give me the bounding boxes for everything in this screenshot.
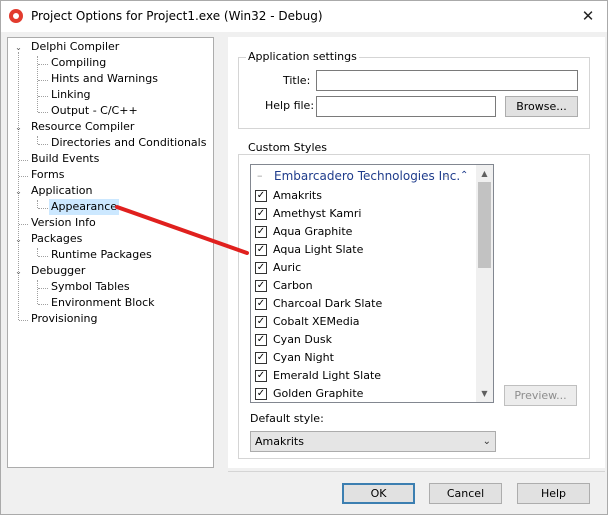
checkbox-checked[interactable]: ✓	[255, 190, 267, 202]
checkbox-checked[interactable]: ✓	[255, 244, 267, 256]
tree-connector	[38, 256, 48, 257]
style-item-label: Carbon	[273, 279, 313, 292]
checkbox-checked[interactable]: ✓	[255, 334, 267, 346]
application-settings-group	[238, 57, 590, 129]
collapse-icon[interactable]: ⌄	[14, 43, 23, 52]
tree-item-forms[interactable]: Forms	[29, 167, 66, 183]
tree-connector	[38, 208, 48, 209]
help-file-input[interactable]	[316, 96, 496, 117]
tree-item-packages[interactable]: Packages	[29, 231, 84, 247]
checkbox-checked[interactable]: ✓	[255, 298, 267, 310]
checkbox-checked[interactable]: ✓	[255, 388, 267, 400]
chevron-down-icon: ⌄	[482, 436, 491, 447]
title-input[interactable]	[316, 70, 578, 91]
tree-connector	[19, 176, 28, 177]
cancel-button[interactable]: Cancel	[429, 483, 502, 504]
scroll-up-icon[interactable]: ▲	[476, 165, 493, 182]
checkbox-checked[interactable]: ✓	[255, 316, 267, 328]
style-item-label: Auric	[273, 261, 302, 274]
collapse-group-icon[interactable]: ⌃	[460, 167, 468, 185]
scroll-thumb[interactable]	[478, 182, 491, 268]
tree-item-hints-and-warnings[interactable]: Hints and Warnings	[49, 71, 160, 87]
default-style-dropdown[interactable]: Amakrits ⌄	[250, 431, 496, 452]
default-style-label: Default style:	[250, 412, 324, 425]
header-dash: –	[257, 169, 263, 182]
window-title: Project Options for Project1.exe (Win32 …	[31, 9, 323, 23]
tree-connector	[19, 320, 28, 321]
checkbox-checked[interactable]: ✓	[255, 208, 267, 220]
header-dash: –	[444, 169, 450, 182]
tree-item-linking[interactable]: Linking	[49, 87, 93, 103]
style-item-label: Aqua Light Slate	[273, 243, 364, 256]
tree-item-build-events[interactable]: Build Events	[29, 151, 101, 167]
checkbox-checked[interactable]: ✓	[255, 352, 267, 364]
options-tree[interactable]: ⌄ Delphi Compiler Compiling Hints and Wa…	[7, 37, 214, 468]
browse-button[interactable]: Browse...	[505, 96, 578, 117]
title-label: Title:	[283, 74, 311, 87]
tree-item-appearance[interactable]: Appearance	[49, 199, 120, 215]
help-file-label: Help file:	[265, 99, 315, 112]
tree-connector	[37, 280, 38, 304]
checkbox-checked[interactable]: ✓	[255, 280, 267, 292]
style-item-label: Cyan Night	[273, 351, 334, 364]
appearance-page: Application settings Title: Help file: B…	[228, 37, 605, 468]
style-item-label: Charcoal Dark Slate	[273, 297, 383, 310]
custom-styles-list[interactable]: – Embarcadero Technologies Inc. – ⌃ ✓ Am…	[250, 164, 494, 403]
vertical-scrollbar[interactable]: ▲ ▼	[476, 165, 493, 402]
preview-button[interactable]: Preview...	[504, 385, 577, 406]
collapse-icon[interactable]: ⌄	[14, 187, 23, 196]
tree-item-resource-compiler[interactable]: Resource Compiler	[29, 119, 136, 135]
tree-item-provisioning[interactable]: Provisioning	[29, 311, 100, 327]
tree-connector	[37, 136, 38, 144]
group-header-text: Embarcadero Technologies Inc.	[274, 169, 461, 183]
tree-item-symbol-tables[interactable]: Symbol Tables	[49, 279, 132, 295]
checkbox-checked[interactable]: ✓	[255, 226, 267, 238]
tree-item-version-info[interactable]: Version Info	[29, 215, 98, 231]
collapse-icon[interactable]: ⌄	[14, 235, 23, 244]
help-button[interactable]: Help	[517, 483, 590, 504]
list-group-header[interactable]: – Embarcadero Technologies Inc. – ⌃	[251, 167, 479, 185]
title-bar: Project Options for Project1.exe (Win32 …	[1, 1, 607, 32]
scroll-down-icon[interactable]: ▼	[476, 385, 493, 402]
tree-connector	[19, 224, 28, 225]
tree-connector	[38, 80, 48, 81]
tree-connector	[38, 64, 48, 65]
style-item-label: Golden Graphite	[273, 387, 364, 400]
custom-styles-label: Custom Styles	[246, 141, 329, 154]
tree-connector	[18, 52, 19, 320]
checkbox-checked[interactable]: ✓	[255, 370, 267, 382]
tree-item-runtime-packages[interactable]: Runtime Packages	[49, 247, 154, 263]
tree-item-compiling[interactable]: Compiling	[49, 55, 108, 71]
style-item-label: Amethyst Kamri	[273, 207, 362, 220]
footer-separator	[228, 471, 605, 472]
collapse-icon[interactable]: ⌄	[14, 123, 23, 132]
tree-item-output-c-cpp[interactable]: Output - C/C++	[49, 103, 140, 119]
tree-connector	[38, 288, 48, 289]
close-icon[interactable]: ✕	[577, 5, 599, 27]
tree-item-application[interactable]: Application	[29, 183, 94, 199]
tree-connector	[19, 160, 28, 161]
ok-button[interactable]: OK	[342, 483, 415, 504]
checkbox-checked[interactable]: ✓	[255, 262, 267, 274]
tree-connector	[37, 248, 38, 256]
tree-connector	[38, 304, 48, 305]
style-item-label: Amakrits	[273, 189, 322, 202]
tree-connector	[38, 112, 48, 113]
tree-item-directories-and-conditionals[interactable]: Directories and Conditionals	[49, 135, 208, 151]
tree-connector	[38, 144, 48, 145]
tree-connector	[37, 200, 38, 208]
project-options-window: Project Options for Project1.exe (Win32 …	[0, 0, 608, 515]
tree-item-debugger[interactable]: Debugger	[29, 263, 87, 279]
collapse-icon[interactable]: ⌄	[14, 267, 23, 276]
application-settings-label: Application settings	[246, 50, 359, 63]
tree-item-environment-block[interactable]: Environment Block	[49, 295, 157, 311]
tree-item-delphi-compiler[interactable]: Delphi Compiler	[29, 39, 121, 55]
style-item-label: Cyan Dusk	[273, 333, 332, 346]
style-item-label: Cobalt XEMedia	[273, 315, 360, 328]
style-item-label: Emerald Light Slate	[273, 369, 382, 382]
app-icon	[9, 9, 23, 23]
default-style-value: Amakrits	[255, 435, 304, 448]
tree-connector	[38, 96, 48, 97]
style-item-label: Aqua Graphite	[273, 225, 353, 238]
